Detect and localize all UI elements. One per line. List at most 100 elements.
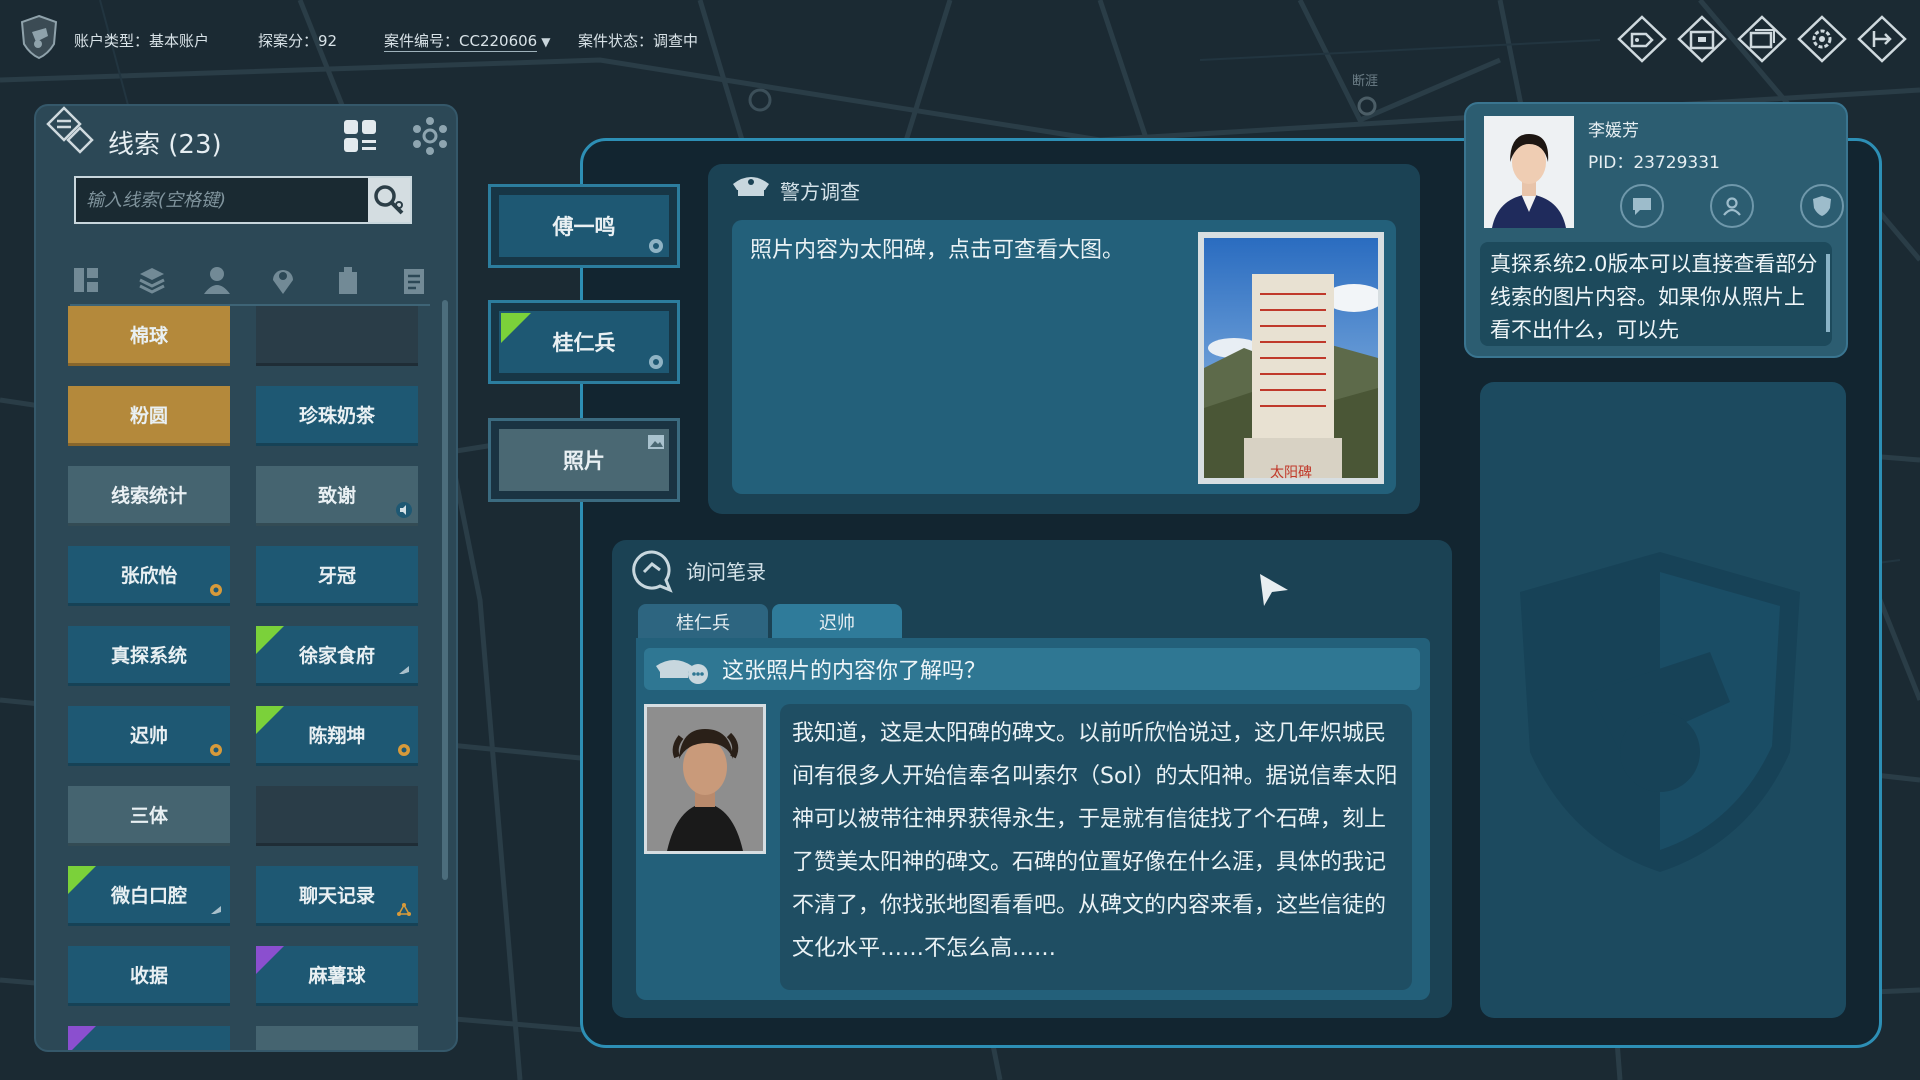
clue-item[interactable]: 牙冠	[256, 546, 418, 606]
folder-icon	[1677, 15, 1727, 63]
clue-item-label: 线索统计	[110, 485, 187, 507]
speaker-icon	[396, 501, 412, 518]
police-speech-icon	[656, 660, 708, 684]
police-investigation-section: 警方调查 照片内容为太阳碑，点击可查看大图。 太阳碑	[708, 164, 1420, 514]
green-flag	[68, 866, 96, 894]
clue-item-label: 致谢	[317, 485, 356, 507]
assistant-name: 李媛芳	[1588, 121, 1639, 141]
sun-stele-photo[interactable]: 太阳碑	[1198, 232, 1384, 484]
person-tab-label: 傅一鸣	[499, 195, 669, 257]
filter-person-icon[interactable]	[201, 264, 233, 296]
clue-search-input[interactable]	[76, 178, 368, 222]
clue-item[interactable]	[256, 1026, 418, 1050]
clue-item[interactable]: 陈翔坤	[256, 706, 418, 766]
detective-watermark-icon	[1520, 552, 1800, 872]
eye-icon	[649, 355, 663, 369]
question-row: 这张照片的内容你了解吗？	[644, 648, 1420, 690]
clue-item[interactable]: 棉球	[68, 306, 230, 366]
clue-item-label: 陈翔坤	[308, 725, 366, 747]
clue-item[interactable]: 徐家食府	[256, 626, 418, 686]
filter-layers-icon[interactable]	[136, 264, 168, 296]
clue-item-label: 微白口腔	[110, 885, 187, 907]
chat-button[interactable]	[1620, 184, 1664, 228]
badge-button[interactable]	[1800, 184, 1844, 228]
clue-item-label: 徐家食府	[298, 645, 375, 667]
green-flag	[256, 706, 284, 734]
clue-item[interactable]: 三体	[68, 786, 230, 846]
eye-icon	[396, 741, 412, 757]
clue-item[interactable]: 线索统计	[68, 466, 230, 526]
filter-location-icon[interactable]	[267, 264, 299, 296]
exit-button[interactable]	[1856, 14, 1908, 64]
interrogation-section: 询问笔录 桂仁兵 迟帅 这张照片的内容你了解吗？ 我知道，这是太阳碑的碑文。以前…	[612, 540, 1452, 1018]
network-icon[interactable]	[410, 116, 450, 156]
pointer-cursor-icon	[1260, 574, 1288, 606]
photo-tab[interactable]: 照片	[488, 418, 680, 502]
assistant-message-scrollbar[interactable]	[1826, 254, 1830, 332]
settings-button[interactable]	[1796, 14, 1848, 64]
clue-filter-bar	[70, 256, 430, 306]
question-text: 这张照片的内容你了解吗？	[722, 659, 987, 684]
purple-flag	[68, 1026, 96, 1050]
clue-item[interactable]: 聊天记录	[256, 866, 418, 926]
clue-item[interactable]: 致谢	[256, 466, 418, 526]
police-section-title: 警方调查	[780, 180, 860, 204]
chat-icon	[1633, 198, 1651, 215]
clue-grid: 棉球粉圆 珍珠奶茶线索统计 致谢张欣怡 牙冠真探系统 徐家食府迟帅 陈翔坤三体微白口腔 聊天…	[68, 306, 456, 1050]
photo-caption: 太阳碑	[1270, 465, 1312, 481]
clue-scrollbar[interactable]	[442, 300, 448, 880]
chevron-down-icon: ▼	[541, 35, 551, 49]
exit-icon	[1857, 15, 1907, 63]
folder-button[interactable]	[1676, 14, 1728, 64]
case-number: 案件编号：CC220606	[384, 32, 538, 52]
photo-tab-label: 照片	[499, 429, 669, 491]
assistant-profile-card: 李媛芳 PID：23729331 真探系统2.0版本可以直接查看部分线索的图片内…	[1464, 102, 1848, 358]
clue-item-label: 三体	[129, 805, 168, 827]
top-bar: 账户类型：基本账户 探案分：92 案件编号：CC220606 ▼ 案件状态：调查中	[0, 0, 1920, 80]
clue-item-label: 粉圆	[129, 405, 168, 427]
search-icon	[374, 185, 404, 215]
clue-item-label: 棉球	[129, 325, 168, 347]
tag-icon	[1617, 15, 1667, 63]
gallery-icon	[1737, 15, 1787, 63]
clue-item[interactable]: 微白口腔	[68, 866, 230, 926]
person-tab-fu-yiming[interactable]: 傅一鸣	[488, 184, 680, 268]
clue-logo-icon	[46, 106, 94, 154]
assistant-portrait-image	[1484, 116, 1574, 228]
detective-badge-logo	[20, 14, 58, 60]
clue-item[interactable]: 粉圆	[68, 386, 230, 446]
tab-chi-shuai[interactable]: 迟帅	[772, 604, 902, 640]
filter-item-icon[interactable]	[332, 264, 364, 296]
filter-all-icon[interactable]	[70, 264, 102, 296]
eye-icon	[208, 581, 224, 597]
clue-item[interactable]	[68, 1026, 230, 1050]
gear-icon	[1797, 15, 1847, 63]
clue-item-label: 真探系统	[110, 645, 187, 667]
clue-item[interactable]: 收据	[68, 946, 230, 1006]
sun-stele-image	[1204, 238, 1384, 478]
profile-button[interactable]	[1710, 184, 1754, 228]
filter-document-icon[interactable]	[398, 264, 430, 296]
gallery-button[interactable]	[1736, 14, 1788, 64]
answer-text: 我知道，这是太阳碑的碑文。以前听欣怡说过，这几年炽城民间有很多人开始信奉名叫索尔…	[780, 704, 1412, 990]
clue-item-label: 迟帅	[129, 725, 168, 747]
case-selector[interactable]: 案件编号：CC220606 ▼	[384, 30, 551, 52]
clue-item[interactable]: 麻薯球	[256, 946, 418, 1006]
shield-icon	[1813, 196, 1831, 216]
clue-item-label: 牙冠	[317, 565, 356, 587]
clue-item[interactable]: 迟帅	[68, 706, 230, 766]
interrogation-body: 这张照片的内容你了解吗？ 我知道，这是太阳碑的碑文。以前听欣怡说过，这几年炽城民…	[636, 638, 1430, 1000]
person-tab-gui-renbing[interactable]: 桂仁兵	[488, 300, 680, 384]
clue-layout-icon[interactable]	[340, 116, 380, 156]
clue-item[interactable]: 张欣怡	[68, 546, 230, 606]
clue-item-label: 收据	[129, 965, 168, 987]
tag-button[interactable]	[1616, 14, 1668, 64]
detective-score: 探案分：92	[258, 32, 338, 50]
purple-flag	[256, 946, 284, 974]
tab-gui-renbing[interactable]: 桂仁兵	[638, 604, 768, 640]
clue-item[interactable]: 珍珠奶茶	[256, 386, 418, 446]
clue-item-label: 聊天记录	[298, 885, 375, 907]
clue-item[interactable]: 真探系统	[68, 626, 230, 686]
search-button[interactable]	[368, 178, 410, 222]
assistant-pid: PID：23729331	[1588, 153, 1720, 173]
